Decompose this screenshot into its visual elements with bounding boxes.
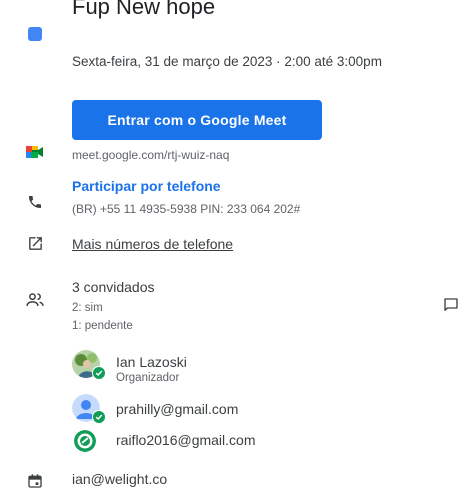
event-date-time: Sexta-feira, 31 de março de 2023 · 2:00 … [72, 54, 382, 69]
message-icon[interactable] [441, 295, 461, 315]
event-title: Fup New hope [72, 0, 216, 19]
organizer-calendar-email: ian@welight.co [72, 471, 168, 487]
phone-icon [25, 192, 45, 212]
meet-link: meet.google.com/rtj-wuiz-naq [72, 148, 230, 162]
guest-yes-count: 2: sim [72, 302, 103, 314]
guest-name: prahilly@gmail.com [116, 401, 239, 417]
guest-count: 3 convidados [72, 279, 155, 295]
avatar [74, 430, 96, 452]
join-by-phone-link[interactable]: Participar por telefone [72, 178, 221, 194]
guest-item[interactable]: Ian Lazoski Organizador [72, 350, 272, 384]
guest-pending-count: 1: pendente [72, 320, 133, 332]
guest-role: Organizador [116, 372, 180, 384]
more-phone-numbers-link[interactable]: Mais números de telefone [72, 236, 233, 252]
event-color-swatch [28, 27, 42, 41]
google-meet-icon [25, 142, 45, 162]
guest-item[interactable]: raiflo2016@gmail.com [72, 428, 302, 458]
join-google-meet-button[interactable]: Entrar com o Google Meet [72, 100, 322, 140]
guest-name: raiflo2016@gmail.com [116, 432, 256, 448]
calendar-icon [25, 471, 45, 491]
phone-number-pin: (BR) +55 11 4935-5938 PIN: 233 064 202# [72, 202, 301, 216]
guest-name: Ian Lazoski [116, 354, 187, 370]
accepted-check-icon [92, 410, 106, 424]
people-icon [25, 290, 45, 310]
accepted-check-icon [92, 366, 106, 380]
open-external-icon [25, 233, 45, 253]
guest-item[interactable]: prahilly@gmail.com [72, 394, 292, 424]
